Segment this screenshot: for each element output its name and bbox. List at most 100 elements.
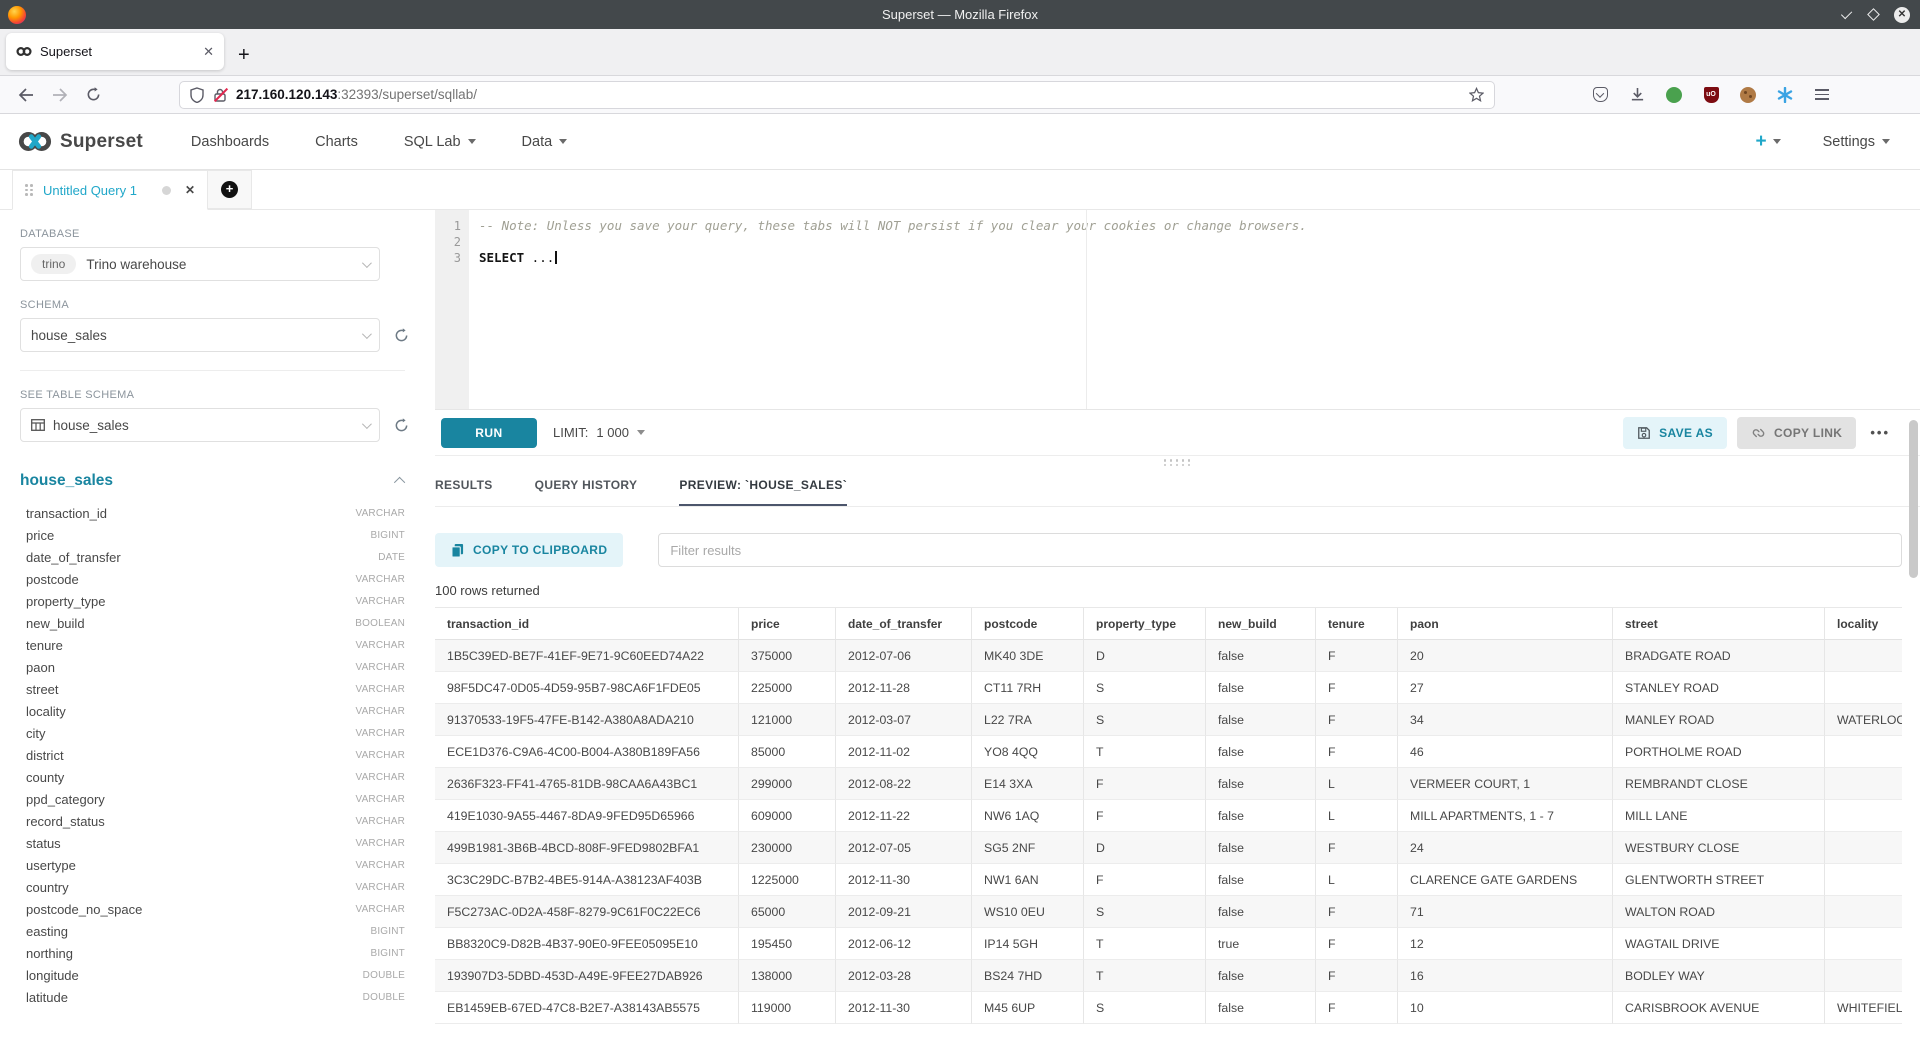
cell-tenure: L [1316,800,1398,832]
cell-date-of-transfer: 2012-11-02 [836,736,972,768]
new-tab-button[interactable]: + [238,45,250,65]
column-name: city [26,726,46,741]
table-select[interactable]: house_sales [20,408,380,442]
superset-brand[interactable]: Superset [18,131,143,153]
sqllab-right-pane: 123 -- Note: Unless you save your query,… [435,210,1920,1042]
window-maximize-icon[interactable] [1867,8,1880,21]
table-row[interactable]: ECE1D376-C9A6-4C00-B004-A380B189FA56 850… [435,736,1902,768]
cell-date-of-transfer: 2012-06-12 [836,928,972,960]
superset-navbar: Superset Dashboards Charts SQL Lab Data … [0,114,1920,170]
database-select[interactable]: trino Trino warehouse [20,247,380,281]
editor-code-area[interactable]: -- Note: Unless you save your query, the… [469,210,1920,409]
header-cell[interactable]: street [1613,608,1825,640]
new-item-button[interactable]: + [1755,131,1780,153]
brand-name: Superset [60,131,143,153]
line-number: 3 [435,250,469,266]
add-query-tab-button[interactable]: + [208,170,252,209]
run-button[interactable]: RUN [441,418,537,448]
drag-handle-icon[interactable] [25,184,33,196]
column-type: VARCHAR [355,508,405,519]
bookmark-star-icon[interactable] [1469,87,1484,102]
table-row[interactable]: BB8320C9-D82B-4B37-90E0-9FEE05095E10 195… [435,928,1902,960]
header-cell[interactable]: postcode [972,608,1084,640]
save-icon [1637,426,1651,440]
nav-data[interactable]: Data [522,134,568,150]
forward-icon[interactable] [52,88,68,102]
consent-extension-icon[interactable] [1776,86,1794,104]
downloads-icon[interactable] [1628,86,1646,104]
table-row[interactable]: 193907D3-5DBD-453D-A49E-9FEE27DAB926 138… [435,960,1902,992]
ublock-icon[interactable]: uO [1702,86,1720,104]
privacy-badger-icon[interactable] [1665,86,1683,104]
table-title[interactable]: house_sales [20,472,113,490]
column-row: ppd_category VARCHAR [20,788,405,810]
header-cell[interactable]: new_build [1206,608,1316,640]
nav-sql-lab[interactable]: SQL Lab [404,134,476,150]
query-tab-close-icon[interactable]: ✕ [185,183,195,197]
more-options-button[interactable]: ••• [1870,425,1890,440]
refresh-table-icon[interactable] [394,418,409,433]
back-icon[interactable] [18,88,34,102]
cell-price: 121000 [739,704,836,736]
column-name: postcode_no_space [26,902,142,917]
filter-results-input[interactable] [658,533,1902,567]
cell-street: REMBRANDT CLOSE [1613,768,1825,800]
header-cell[interactable]: property_type [1084,608,1206,640]
column-type: VARCHAR [355,816,405,827]
url-input[interactable]: 217.160.120.143:32393/superset/sqllab/ [179,81,1495,109]
pane-resize-grip[interactable] [1164,459,1192,466]
window-close-icon[interactable]: ✕ [1894,7,1910,23]
save-as-button[interactable]: SAVE AS [1623,417,1727,449]
browser-tab-close-icon[interactable]: ✕ [203,44,214,60]
column-name: country [26,880,69,895]
table-row[interactable]: 3C3C29DC-B7B2-4BE5-914A-A38123AF403B 122… [435,864,1902,896]
limit-dropdown[interactable]: LIMIT: 1 000 [553,425,645,440]
cookie-extension-icon[interactable] [1739,86,1757,104]
refresh-schema-icon[interactable] [394,328,409,343]
browser-tab-title: Superset [40,44,203,59]
schema-select[interactable]: house_sales [20,318,380,352]
table-row[interactable]: 1B5C39ED-BE7F-41EF-9E71-9C60EED74A22 375… [435,640,1902,672]
database-engine-pill: trino [31,254,76,274]
tab-results[interactable]: RESULTS [435,474,493,506]
header-cell[interactable]: transaction_id [435,608,739,640]
table-row[interactable]: F5C273AC-0D2A-458F-8279-9C61F0C22EC6 650… [435,896,1902,928]
table-row[interactable]: 2636F323-FF41-4765-81DB-98CAA6A43BC1 299… [435,768,1902,800]
copy-link-button[interactable]: COPY LINK [1737,417,1856,449]
pocket-icon[interactable] [1591,86,1609,104]
sql-editor[interactable]: 123 -- Note: Unless you save your query,… [435,210,1920,410]
cell-tenure: F [1316,960,1398,992]
header-cell[interactable]: date_of_transfer [836,608,972,640]
tab-preview-house-sales[interactable]: PREVIEW: `HOUSE_SALES` [679,474,847,506]
table-row[interactable]: EB1459EB-67ED-47C8-B2E7-A38143AB5575 119… [435,992,1902,1024]
table-row[interactable]: 91370533-19F5-47FE-B142-A380A8ADA210 121… [435,704,1902,736]
header-cell[interactable]: tenure [1316,608,1398,640]
settings-menu[interactable]: Settings [1823,134,1890,150]
tab-query-history[interactable]: QUERY HISTORY [535,474,638,506]
window-minimize-icon[interactable] [1841,7,1852,18]
reload-icon[interactable] [86,87,101,102]
cell-postcode: IP14 5GH [972,928,1084,960]
column-row: latitude DOUBLE [20,986,405,1008]
table-row[interactable]: 419E1030-9A55-4467-8DA9-9FED95D65966 609… [435,800,1902,832]
query-tab-active[interactable]: Untitled Query 1 ✕ [12,170,208,210]
cell-transaction-id: 193907D3-5DBD-453D-A49E-9FEE27DAB926 [435,960,739,992]
collapse-chevron-up-icon[interactable] [394,477,405,488]
header-cell[interactable]: paon [1398,608,1613,640]
table-row[interactable]: 98F5DC47-0D05-4D59-95B7-98CA6F1FDE05 225… [435,672,1902,704]
copy-to-clipboard-button[interactable]: COPY TO CLIPBOARD [435,533,623,567]
tracking-shield-icon[interactable] [190,87,204,103]
page-scrollbar[interactable] [1909,420,1918,578]
table-row[interactable]: 499B1981-3B6B-4BCD-808F-9FED9802BFA1 230… [435,832,1902,864]
copy-icon [451,543,464,558]
see-table-schema-label: SEE TABLE SCHEMA [20,389,415,401]
header-cell[interactable]: price [739,608,836,640]
header-cell[interactable]: locality [1825,608,1902,640]
cell-locality: WATERLOO [1825,704,1902,736]
browser-tab-superset[interactable]: Superset ✕ [6,33,224,70]
menu-hamburger-icon[interactable] [1813,86,1831,104]
nav-dashboards[interactable]: Dashboards [191,134,269,150]
cell-paon: CLARENCE GATE GARDENS [1398,864,1613,896]
insecure-lock-icon[interactable] [214,88,226,102]
nav-charts[interactable]: Charts [315,134,358,150]
